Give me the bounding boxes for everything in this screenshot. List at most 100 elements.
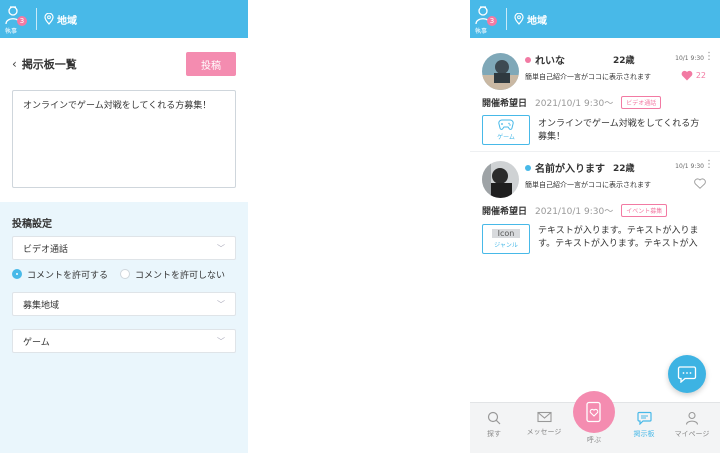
author-name: 名前が入ります bbox=[535, 164, 605, 175]
divider bbox=[506, 8, 507, 30]
like-count: 22 bbox=[695, 71, 706, 80]
hope-date-label: 開催希望日 bbox=[482, 207, 528, 217]
user-icon bbox=[685, 411, 699, 425]
area-label: 地域 bbox=[57, 15, 77, 27]
event-tag: イベント募集 bbox=[621, 204, 668, 217]
hope-date-row: 開催希望日 2021/10/1 9:30〜 イベント募集 bbox=[482, 204, 668, 217]
nav-message[interactable]: メッセージ bbox=[520, 411, 568, 437]
author-intro: 簡単自己紹介一言がココに表示されます bbox=[525, 73, 651, 81]
bottom-navigation: 探す メッセージ 呼ぶ 掲示板 マイページ bbox=[470, 391, 720, 453]
post-body-textarea[interactable]: オンラインでゲーム対戦をしてくれる方募集！ bbox=[12, 90, 236, 188]
top-bar: 3 執事 地域 bbox=[470, 0, 720, 38]
heart-filled-icon bbox=[681, 70, 693, 81]
chevron-down-icon: ﹀ bbox=[217, 336, 225, 346]
chevron-down-icon: ﹀ bbox=[217, 243, 225, 253]
post-date: 10/1 9:30 bbox=[675, 163, 704, 170]
comment-deny-label: コメントを許可しない bbox=[135, 270, 226, 281]
chevron-down-icon: ﹀ bbox=[217, 299, 225, 309]
avatar-photo bbox=[482, 53, 519, 90]
settings-title: 投稿設定 bbox=[12, 219, 52, 230]
avatar[interactable] bbox=[482, 161, 519, 198]
envelope-icon bbox=[536, 411, 552, 423]
board-post[interactable]: れいな 22歳 10/1 9:30 ⋮ 簡単自己紹介一言がココに表示されます 2… bbox=[470, 38, 720, 152]
author-name: れいな bbox=[535, 56, 565, 67]
author-intro: 簡単自己紹介一言がココに表示されます bbox=[525, 181, 651, 189]
post-body: テキストが入ります。テキストが入ります。テキストが入ります。テキストが入 bbox=[538, 226, 699, 249]
comment-allow-label: コメントを許可する bbox=[27, 270, 109, 281]
notification-badge: 3 bbox=[17, 16, 27, 26]
comment-allow-radio[interactable]: コメントを許可する bbox=[12, 268, 108, 281]
compose-screen: 3 執事 地域 ‹ 掲示板一覧 投稿 オンラインでゲーム対戦をしてくれる方募集！… bbox=[0, 0, 248, 453]
phone-heart-icon bbox=[586, 401, 601, 423]
chat-add-icon bbox=[677, 366, 697, 383]
like-button[interactable] bbox=[694, 178, 706, 189]
like-button[interactable]: 22 bbox=[681, 70, 706, 81]
gamepad-icon bbox=[498, 119, 514, 130]
hope-date-value: 2021/10/1 9:30〜 bbox=[535, 99, 614, 109]
call-button[interactable] bbox=[573, 391, 615, 433]
search-icon bbox=[487, 411, 501, 425]
call-type-select[interactable]: ビデオ通話 ﹀ bbox=[12, 236, 236, 260]
genre-badge: Icon ジャンル bbox=[482, 224, 530, 254]
logo-text: 執事 bbox=[5, 28, 18, 35]
genre-icon-placeholder: Icon bbox=[491, 229, 521, 238]
avatar-photo bbox=[482, 161, 519, 198]
post-body: オンラインでゲーム対戦をしてくれる方募集！ bbox=[538, 119, 700, 142]
board-header: ‹ 掲示板一覧 投稿 bbox=[0, 38, 248, 90]
more-options-icon[interactable]: ⋮ bbox=[704, 52, 714, 62]
call-type-tag: ビデオ通話 bbox=[621, 96, 662, 109]
nav-board-label: 掲示板 bbox=[633, 430, 655, 438]
call-type-value: ビデオ通話 bbox=[23, 244, 69, 255]
status-dot bbox=[525, 56, 531, 63]
genre-value: ゲーム bbox=[23, 337, 50, 348]
board-post[interactable]: 名前が入ります 22歳 10/1 9:30 ⋮ 簡単自己紹介一言がココに表示され… bbox=[470, 152, 720, 262]
post-author: 名前が入ります bbox=[525, 160, 605, 175]
location-pin-icon bbox=[514, 13, 524, 25]
post-author: れいな bbox=[525, 52, 565, 67]
author-age: 22歳 bbox=[613, 164, 635, 174]
location-pin-icon bbox=[44, 13, 54, 25]
hope-date-label: 開催希望日 bbox=[482, 99, 528, 109]
create-post-fab[interactable] bbox=[668, 355, 706, 393]
nav-message-label: メッセージ bbox=[526, 428, 562, 436]
logo-text: 執事 bbox=[475, 28, 488, 35]
divider bbox=[36, 8, 37, 30]
app-logo[interactable]: 3 執事 bbox=[474, 4, 498, 35]
radio-checked-icon bbox=[12, 269, 22, 279]
genre-select[interactable]: ゲーム ﹀ bbox=[12, 329, 236, 353]
status-dot bbox=[525, 164, 531, 171]
comment-deny-radio[interactable]: コメントを許可しない bbox=[120, 268, 225, 281]
post-date: 10/1 9:30 bbox=[675, 55, 704, 62]
post-button[interactable]: 投稿 bbox=[186, 52, 236, 76]
area-label: 地域 bbox=[527, 15, 547, 27]
heart-outline-icon bbox=[694, 178, 706, 189]
nav-call-label: 呼ぶ bbox=[587, 436, 601, 444]
hope-date-value: 2021/10/1 9:30〜 bbox=[535, 207, 614, 217]
genre-badge: ゲーム bbox=[482, 115, 530, 145]
nav-mypage-label: マイページ bbox=[674, 430, 710, 438]
genre-label: ジャンル bbox=[494, 242, 518, 249]
top-bar: 3 執事 地域 bbox=[0, 0, 248, 38]
notification-badge: 3 bbox=[487, 16, 497, 26]
hope-date-row: 開催希望日 2021/10/1 9:30〜 ビデオ通話 bbox=[482, 96, 662, 109]
nav-search[interactable]: 探す bbox=[470, 411, 518, 439]
region-select[interactable]: 募集地域 ﹀ bbox=[12, 292, 236, 316]
genre-label: ゲーム bbox=[497, 134, 515, 141]
comment-permission-group: コメントを許可する コメントを許可しない bbox=[12, 262, 236, 286]
app-logo[interactable]: 3 執事 bbox=[4, 4, 28, 35]
area-selector[interactable]: 地域 bbox=[514, 12, 547, 27]
back-chevron-icon[interactable]: ‹ bbox=[12, 57, 17, 71]
area-selector[interactable]: 地域 bbox=[44, 12, 77, 27]
board-list-link[interactable]: 掲示板一覧 bbox=[22, 56, 77, 72]
author-age: 22歳 bbox=[613, 56, 635, 66]
post-settings-panel: 投稿設定 ビデオ通話 ﹀ コメントを許可する コメントを許可しない 募集地域 ﹀… bbox=[0, 202, 248, 453]
more-options-icon[interactable]: ⋮ bbox=[704, 160, 714, 170]
avatar[interactable] bbox=[482, 53, 519, 90]
board-screen: 3 執事 地域 れいな 22歳 10/1 9:30 ⋮ 簡単自己紹介一言がココに… bbox=[470, 0, 720, 453]
board-chat-icon bbox=[636, 411, 652, 425]
nav-search-label: 探す bbox=[487, 430, 501, 438]
radio-unchecked-icon bbox=[120, 269, 131, 279]
nav-board[interactable]: 掲示板 bbox=[620, 411, 668, 439]
region-placeholder: 募集地域 bbox=[23, 300, 60, 311]
nav-mypage[interactable]: マイページ bbox=[668, 411, 716, 439]
